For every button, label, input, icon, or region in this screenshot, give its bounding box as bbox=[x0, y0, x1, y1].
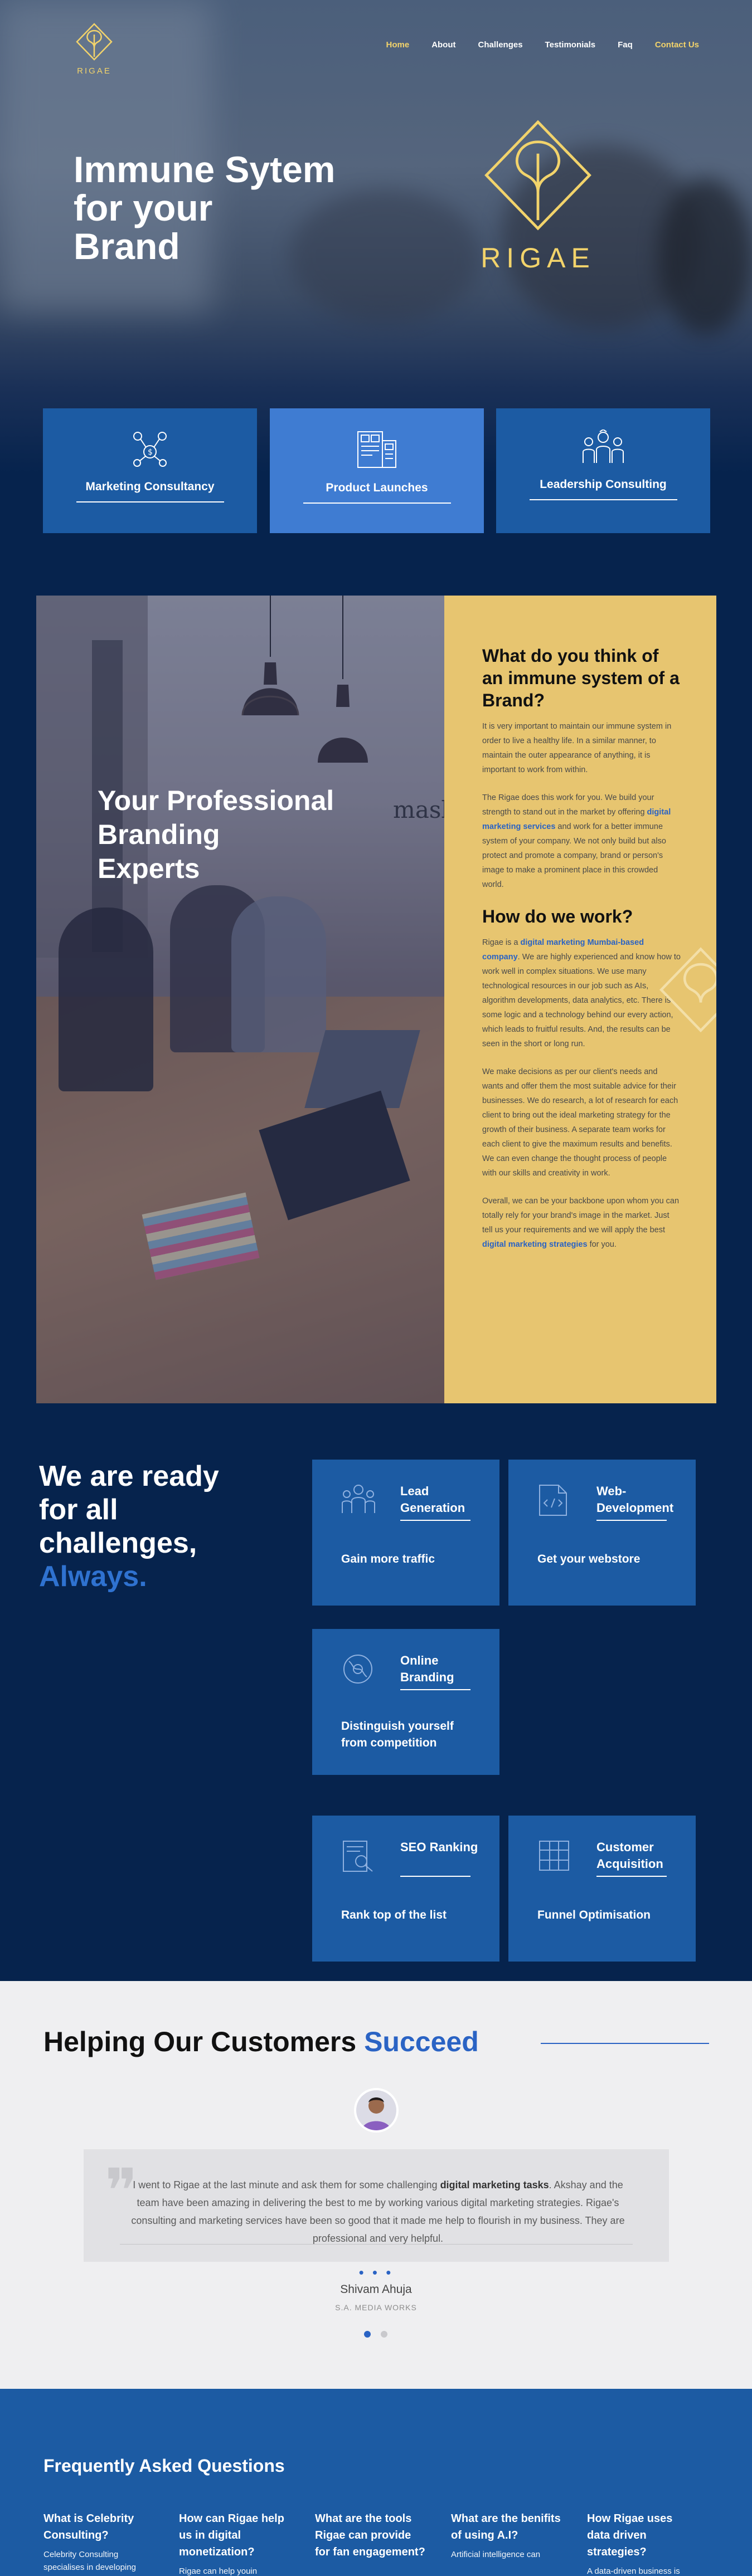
carousel-dot[interactable] bbox=[381, 2331, 387, 2338]
about-paragraph: The Rigae does this work for you. We bui… bbox=[482, 793, 671, 889]
testimonials-section: Helping Our Customers Succeed ❞ I went t… bbox=[0, 1981, 752, 2389]
svg-text:$: $ bbox=[148, 448, 153, 457]
faq-question: How Rigae uses data driven strategies? bbox=[587, 2512, 673, 2558]
about-heading: What do you think of an immune system of… bbox=[482, 646, 680, 710]
about-text-panel: What do you think of an immune system of… bbox=[444, 596, 716, 1403]
nav-testimonials[interactable]: Testimonials bbox=[545, 40, 596, 50]
card-customer-acquisition[interactable]: Customer Acquisition Funnel Optimisation bbox=[508, 1816, 696, 1962]
about-paragraph: It is very important to maintain our imm… bbox=[482, 722, 672, 774]
top-navigation: RIGAE Home About Challenges Testimonials… bbox=[0, 22, 752, 76]
underline bbox=[400, 1520, 470, 1521]
underline bbox=[400, 1689, 470, 1690]
rigae-emblem-icon bbox=[484, 120, 591, 231]
underline bbox=[400, 1876, 470, 1877]
testimonial-author: Shivam Ahuja bbox=[340, 2283, 412, 2296]
faq-item[interactable]: How Rigae uses data driven strategies? A… bbox=[587, 2510, 698, 2576]
rigae-emblem-icon bbox=[76, 23, 113, 61]
faq-question: What are the benifits of using A.I? bbox=[451, 2512, 561, 2541]
card-title: SEO Ranking bbox=[400, 1840, 478, 1854]
about-paragraph: Overall, we can be your backbone upon wh… bbox=[482, 1197, 680, 1249]
card-online-branding[interactable]: Online Branding Distinguish yourself fro… bbox=[312, 1629, 499, 1775]
nav-contact-us[interactable]: Contact Us bbox=[655, 40, 699, 50]
faq-section: Frequently Asked Questions What is Celeb… bbox=[0, 2389, 752, 2576]
card-title: Lead Generation bbox=[400, 1484, 465, 1515]
digital-marketing-strategies-link[interactable]: digital marketing strategies bbox=[482, 1240, 588, 1249]
seo-ranking-icon bbox=[343, 1841, 373, 1872]
hero-logo-text: RIGAE bbox=[481, 242, 595, 274]
faq-question: How can Rigae help us in digital monetiz… bbox=[179, 2512, 284, 2558]
testimonials-heading: Helping Our Customers Succeed bbox=[43, 2026, 479, 2057]
service-card-marketing-consultancy[interactable]: $ Marketing Consultancy bbox=[43, 408, 257, 533]
logo-text: RIGAE bbox=[77, 66, 111, 76]
testimonial-text: I went to Rigae at the last minute and a… bbox=[131, 2179, 625, 2244]
faq-item[interactable]: What are the benifits of using A.I? Arti… bbox=[451, 2510, 562, 2561]
card-seo-ranking[interactable]: SEO Ranking Rank top of the list bbox=[312, 1816, 499, 1962]
about-paragraph: Rigae is a digital marketing Mumbai-base… bbox=[482, 938, 681, 1048]
heading-rule bbox=[541, 2043, 709, 2044]
faq-item[interactable]: What are the tools Rigae can provide for… bbox=[315, 2510, 426, 2565]
online-branding-icon bbox=[343, 1655, 372, 1684]
logo[interactable]: RIGAE bbox=[74, 22, 115, 76]
avatar bbox=[354, 2088, 399, 2133]
quote-dots: • • • bbox=[358, 2264, 394, 2281]
photo-title: Your Professional Branding Experts bbox=[98, 785, 334, 884]
about-paragraph: We make decisions as per our client's ne… bbox=[482, 1067, 678, 1178]
how-we-work-heading: How do we work? bbox=[482, 906, 633, 926]
customer-acquisition-icon bbox=[539, 1841, 569, 1871]
faq-answer: Rigae can help youin bbox=[179, 2567, 258, 2576]
main-menu: Home About Challenges Testimonials Faq C… bbox=[386, 40, 700, 50]
underline bbox=[529, 499, 677, 500]
faq-answer: Celebrity Consulting specialises in deve… bbox=[43, 2550, 136, 2572]
team-leaders-icon bbox=[583, 428, 624, 463]
card-subtitle: Get your webstore bbox=[537, 1553, 641, 1565]
faq-answer: A data-driven business is bbox=[587, 2567, 680, 2576]
faq-question: What are the tools Rigae can provide for… bbox=[315, 2512, 425, 2558]
product-launch-icon bbox=[357, 431, 396, 468]
faq-item[interactable]: How can Rigae help us in digital monetiz… bbox=[179, 2510, 290, 2576]
card-lead-generation[interactable]: Lead Generation Gain more traffic bbox=[312, 1460, 499, 1606]
service-label: Marketing Consultancy bbox=[85, 480, 215, 493]
nav-about[interactable]: About bbox=[431, 40, 455, 50]
faq-question: What is Celebrity Consulting? bbox=[43, 2512, 134, 2541]
faq-item[interactable]: What is Celebrity Consulting? Celebrity … bbox=[43, 2510, 155, 2574]
faq-answer: Artificial intelligence can bbox=[451, 2550, 541, 2559]
service-card-leadership-consulting[interactable]: Leadership Consulting bbox=[496, 408, 710, 533]
nav-challenges[interactable]: Challenges bbox=[478, 40, 523, 50]
photo-overlay bbox=[36, 596, 444, 1403]
card-subtitle: Funnel Optimisation bbox=[537, 1909, 651, 1921]
service-label: Leadership Consulting bbox=[540, 478, 667, 491]
rigae-watermark-icon bbox=[659, 947, 716, 1033]
divider bbox=[120, 2244, 633, 2245]
card-subtitle: Distinguish yourself from competition bbox=[341, 1720, 454, 1749]
card-title: Customer Acquisition bbox=[596, 1840, 663, 1871]
faq-heading: Frequently Asked Questions bbox=[43, 2456, 285, 2476]
testimonial-quote-box: ❞ I went to Rigae at the last minute and… bbox=[84, 2149, 669, 2262]
nav-home[interactable]: Home bbox=[386, 40, 410, 50]
card-title: Online Branding bbox=[400, 1653, 454, 1684]
team-meeting-photo: masl Your Professional Branding Experts bbox=[36, 596, 444, 1403]
person-portrait-icon bbox=[356, 2090, 396, 2130]
underline bbox=[596, 1520, 667, 1521]
underline bbox=[303, 502, 451, 504]
hero-section: RIGAE Home About Challenges Testimonials… bbox=[0, 0, 752, 474]
card-subtitle: Rank top of the list bbox=[341, 1909, 447, 1921]
about-section: masl Your Professional Branding Experts … bbox=[36, 596, 716, 1403]
network-dollar-icon: $ bbox=[133, 432, 167, 467]
service-card-product-launches[interactable]: Product Launches bbox=[270, 408, 484, 533]
service-label: Product Launches bbox=[326, 481, 428, 494]
underline bbox=[76, 501, 224, 502]
testimonial-company: S.A. MEDIA WORKS bbox=[335, 2303, 417, 2312]
card-title: Web-Development bbox=[596, 1484, 674, 1515]
card-subtitle: Gain more traffic bbox=[341, 1553, 435, 1565]
hero-logo: RIGAE bbox=[468, 117, 608, 274]
nav-faq[interactable]: Faq bbox=[618, 40, 633, 50]
challenges-heading: We are ready for all challenges, Always. bbox=[39, 1460, 219, 1593]
hero-title: Immune Sytem for your Brand bbox=[74, 149, 336, 267]
carousel-dot-active[interactable] bbox=[364, 2331, 371, 2338]
underline bbox=[596, 1876, 667, 1877]
web-development-icon bbox=[539, 1485, 567, 1516]
lead-generation-icon bbox=[342, 1485, 375, 1513]
card-web-development[interactable]: Web-Development Get your webstore bbox=[508, 1460, 696, 1606]
